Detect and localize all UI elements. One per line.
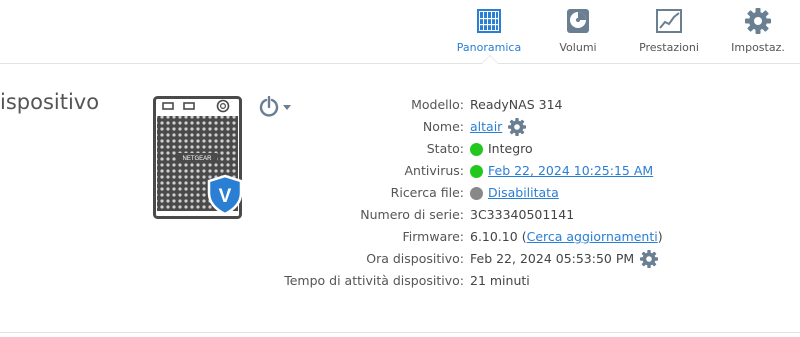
performance-chart-icon [656,9,682,33]
nav-label: Impostaz. [731,41,785,54]
nav-panoramica[interactable]: Panoramica [444,6,534,58]
nav-label: Volumi [559,41,597,54]
device-time-value: Feb 22, 2024 05:53:50 PM [470,251,635,266]
nav-label: Panoramica [456,41,522,54]
info-row-device-time: Ora dispositivo: Feb 22, 2024 05:53:50 P… [0,249,800,269]
file-search-gray-dot-icon [470,186,483,200]
info-row-name: Nome: altair [0,117,800,137]
info-row-serial: Numero di serie: 3C33340501141 [0,205,800,225]
device-time-label: Ora dispositivo: [366,251,464,266]
serial-value: 3C33340501141 [470,207,575,222]
antivirus-green-dot-icon [470,164,483,178]
nav-impostazioni[interactable]: Impostaz. [713,6,800,58]
info-row-file-search: Ricerca file: Disabilitata [0,183,800,203]
file-search-status-link[interactable]: Disabilitata [488,183,559,203]
status-label: Stato: [426,141,464,156]
volume-disk-icon [567,9,589,33]
active-tab-pointer [481,55,499,64]
model-label: Modello: [411,97,464,112]
antivirus-date-link[interactable]: Feb 22, 2024 10:25:15 AM [488,161,653,181]
status-green-dot-icon [470,142,483,156]
nav-prestazioni[interactable]: Prestazioni [624,6,714,58]
device-name-link[interactable]: altair [470,117,502,137]
overview-grid-icon [477,9,501,33]
uptime-value: 21 minuti [470,273,530,288]
status-value: Integro [488,141,533,156]
antivirus-label: Antivirus: [404,163,464,178]
name-settings-gear-icon[interactable] [507,117,527,137]
uptime-label: Tempo di attività dispositivo: [284,273,464,288]
model-value: ReadyNAS 314 [470,97,563,112]
settings-gear-icon [745,8,771,34]
serial-label: Numero di serie: [360,207,464,222]
firmware-label: Firmware: [402,229,465,244]
check-updates-link[interactable]: Cerca aggiornamenti [527,227,658,247]
nav-label: Prestazioni [639,41,699,54]
firmware-paren-close: ) [657,229,663,244]
name-label: Nome: [422,119,464,134]
info-row-firmware: Firmware: 6.10.10 ( Cerca aggiornamenti … [0,227,800,247]
firmware-version: 6.10.10 [470,229,518,244]
info-row-status: Stato: Integro [0,139,800,159]
info-row-antivirus: Antivirus: Feb 22, 2024 10:25:15 AM [0,161,800,181]
time-settings-gear-icon[interactable] [639,249,659,269]
info-row-uptime: Tempo di attività dispositivo: 21 minuti [0,271,800,291]
nav-volumi[interactable]: Volumi [533,6,623,58]
section-divider [0,332,800,333]
file-search-label: Ricerca file: [390,185,464,200]
top-navigation: Panoramica Volumi Prestazioni Impostaz. [0,0,800,64]
info-row-model: Modello: ReadyNAS 314 [0,95,800,115]
